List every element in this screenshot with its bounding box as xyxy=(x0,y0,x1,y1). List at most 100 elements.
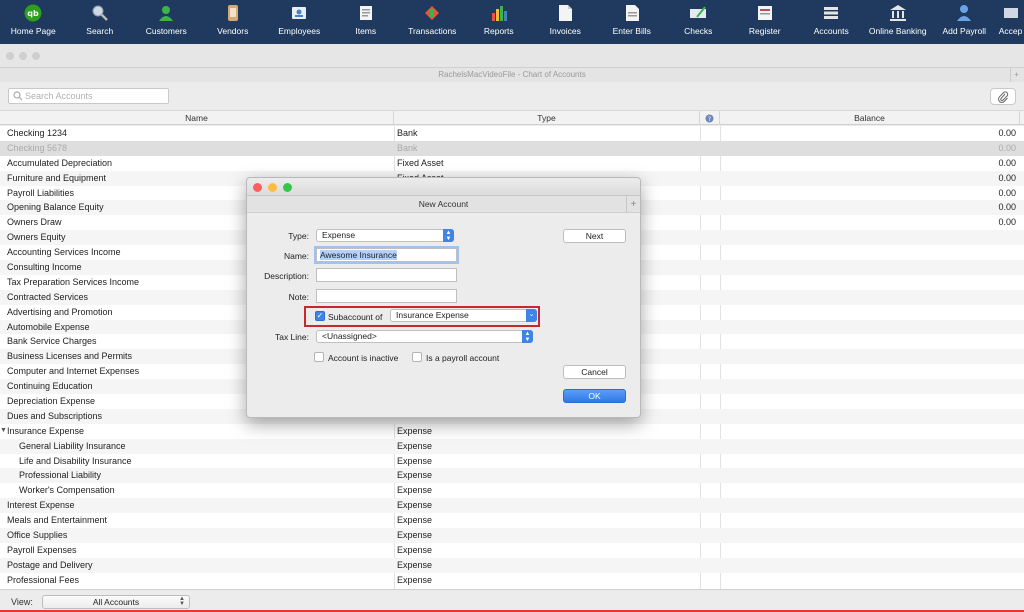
table-row[interactable]: General Liability Insurance Expense xyxy=(0,438,1024,454)
subaccount-checkbox[interactable]: ✓ xyxy=(315,311,325,321)
toolbar-button-register[interactable]: Register xyxy=(732,0,799,44)
up-down-arrows-icon: ▲ ▼ xyxy=(179,596,185,607)
toolbar-label: Checks xyxy=(684,26,713,36)
view-filter-select[interactable]: All Accounts ▲ ▼ xyxy=(42,595,190,609)
toolbar-button-add-payroll[interactable]: Add Payroll xyxy=(931,0,998,44)
cell-name: Owners Draw xyxy=(7,217,62,228)
column-header-name[interactable]: Name xyxy=(0,111,394,125)
toolbar-button-transactions[interactable]: Transactions xyxy=(399,0,466,44)
accept-icon xyxy=(1001,3,1021,23)
ok-button[interactable]: OK xyxy=(563,389,626,403)
toolbar-button-accep[interactable]: Accep xyxy=(998,0,1024,44)
items-icon xyxy=(356,3,376,23)
payroll-checkbox[interactable] xyxy=(412,352,422,362)
subaccount-label: Subaccount of xyxy=(328,312,383,322)
table-header: Name Type ? Balance xyxy=(0,110,1024,125)
table-row[interactable]: Interest Expense Expense xyxy=(0,498,1024,514)
table-row[interactable]: Payroll Expenses Expense xyxy=(0,543,1024,558)
dialog-minimize-button[interactable] xyxy=(268,183,277,192)
transactions-icon xyxy=(422,3,442,23)
table-row[interactable]: Life and Disability Insurance Expense xyxy=(0,454,1024,469)
toolbar-button-employees[interactable]: Employees xyxy=(266,0,333,44)
up-down-chevron-icon: ▲ ▼ xyxy=(522,330,533,343)
cell-balance: 0.00 xyxy=(998,217,1016,228)
cell-name: Payroll Liabilities xyxy=(7,187,75,198)
cell-name: Accumulated Depreciation xyxy=(7,157,113,168)
table-row[interactable]: Office Supplies Expense xyxy=(0,528,1024,543)
toolbar-label: Online Banking xyxy=(868,26,927,36)
cell-name: Automobile Expense xyxy=(7,321,90,332)
zoom-window-dot[interactable] xyxy=(32,52,40,60)
cell-name: Computer and Internet Expenses xyxy=(7,366,140,377)
invoice-icon xyxy=(555,3,575,23)
cell-balance: 0.00 xyxy=(998,172,1016,183)
dialog-close-button[interactable] xyxy=(253,183,262,192)
taxline-select[interactable]: <Unassigned> ▲ ▼ xyxy=(316,330,533,343)
close-window-dot[interactable] xyxy=(6,52,14,60)
subaccount-select[interactable]: Insurance Expense ⌄ xyxy=(390,309,537,322)
dialog-zoom-button[interactable] xyxy=(283,183,292,192)
toolbar-label: Enter Bills xyxy=(612,26,651,36)
cell-type: Fixed Asset xyxy=(397,157,444,168)
toolbar-button-checks[interactable]: Checks xyxy=(665,0,732,44)
disclosure-triangle-icon[interactable]: ▼ xyxy=(0,424,7,439)
column-header-type[interactable]: Type xyxy=(394,111,700,125)
toolbar-button-accounts[interactable]: Accounts xyxy=(798,0,865,44)
table-row[interactable]: Professional Liability Expense xyxy=(0,468,1024,484)
table-row[interactable]: Worker's Compensation Expense xyxy=(0,483,1024,498)
quickbooks-logo-icon: qb xyxy=(23,3,43,23)
add-tab-button[interactable]: + xyxy=(1010,68,1022,82)
table-row[interactable]: Meals and Entertainment Expense xyxy=(0,513,1024,528)
magnifier-icon xyxy=(90,3,110,23)
table-row[interactable]: Checking 1234 Bank 0.00 xyxy=(0,126,1024,141)
toolbar-label: Employees xyxy=(278,26,321,36)
cell-type: Expense xyxy=(397,559,433,570)
cancel-button[interactable]: Cancel xyxy=(563,365,626,379)
cell-name: Business Licenses and Permits xyxy=(7,351,133,362)
description-input[interactable] xyxy=(316,268,457,282)
chevron-down-icon: ⌄ xyxy=(526,309,537,322)
table-row[interactable]: Postage and Delivery Expense xyxy=(0,557,1024,573)
cell-type: Bank xyxy=(397,142,418,153)
toolbar-button-enter-bills[interactable]: Enter Bills xyxy=(599,0,666,44)
attachment-button[interactable] xyxy=(990,88,1016,105)
toolbar-button-items[interactable]: Items xyxy=(333,0,400,44)
toolbar-button-customers[interactable]: Customers xyxy=(133,0,200,44)
toolbar-button-invoices[interactable]: Invoices xyxy=(532,0,599,44)
cell-name: Accounting Services Income xyxy=(7,247,121,258)
add-payroll-icon xyxy=(954,3,974,23)
search-input[interactable]: Search Accounts xyxy=(8,88,169,104)
search-icon xyxy=(13,91,23,101)
view-label: View: xyxy=(11,597,33,607)
next-button[interactable]: Next xyxy=(563,229,626,243)
cell-name: Checking 5678 xyxy=(7,142,68,153)
cell-name: Dues and Subscriptions xyxy=(7,410,103,421)
customer-icon xyxy=(156,3,176,23)
toolbar-button-search[interactable]: Search xyxy=(67,0,134,44)
toolbar-button-home-page[interactable]: qb Home Page xyxy=(0,0,67,44)
toolbar-button-reports[interactable]: Reports xyxy=(466,0,533,44)
column-header-balance[interactable]: Balance xyxy=(720,111,1020,125)
cell-name: Meals and Entertainment xyxy=(7,515,108,526)
table-row[interactable]: ▼ Insurance Expense Expense xyxy=(0,424,1024,439)
cell-type: Expense xyxy=(397,425,433,436)
toolbar-label: Accep xyxy=(998,26,1023,36)
column-header-info[interactable]: ? xyxy=(700,111,720,125)
cell-name: Professional Fees xyxy=(7,574,80,585)
account-name-input[interactable]: Awesome Insurance xyxy=(316,248,457,262)
table-row[interactable]: Accumulated Depreciation Fixed Asset 0.00 xyxy=(0,156,1024,171)
minimize-window-dot[interactable] xyxy=(19,52,27,60)
inactive-checkbox[interactable] xyxy=(314,352,324,362)
dialog-add-tab-button[interactable]: + xyxy=(626,196,640,213)
toolbar-label: Reports xyxy=(483,26,514,36)
type-select[interactable]: Expense ▲ ▼ xyxy=(316,229,454,242)
toolbar-button-vendors[interactable]: Vendors xyxy=(200,0,267,44)
table-row[interactable]: Checking 5678 Bank 0.00 xyxy=(0,140,1024,156)
view-filter-value: All Accounts xyxy=(92,597,140,607)
svg-text:?: ? xyxy=(708,115,711,123)
window-title: RachelsMacVideoFile - Chart of Accounts xyxy=(438,70,586,79)
description-label: Description: xyxy=(264,271,309,281)
table-row[interactable]: Professional Fees Expense xyxy=(0,573,1024,588)
note-input[interactable] xyxy=(316,289,457,303)
toolbar-button-online-banking[interactable]: Online Banking xyxy=(865,0,932,44)
